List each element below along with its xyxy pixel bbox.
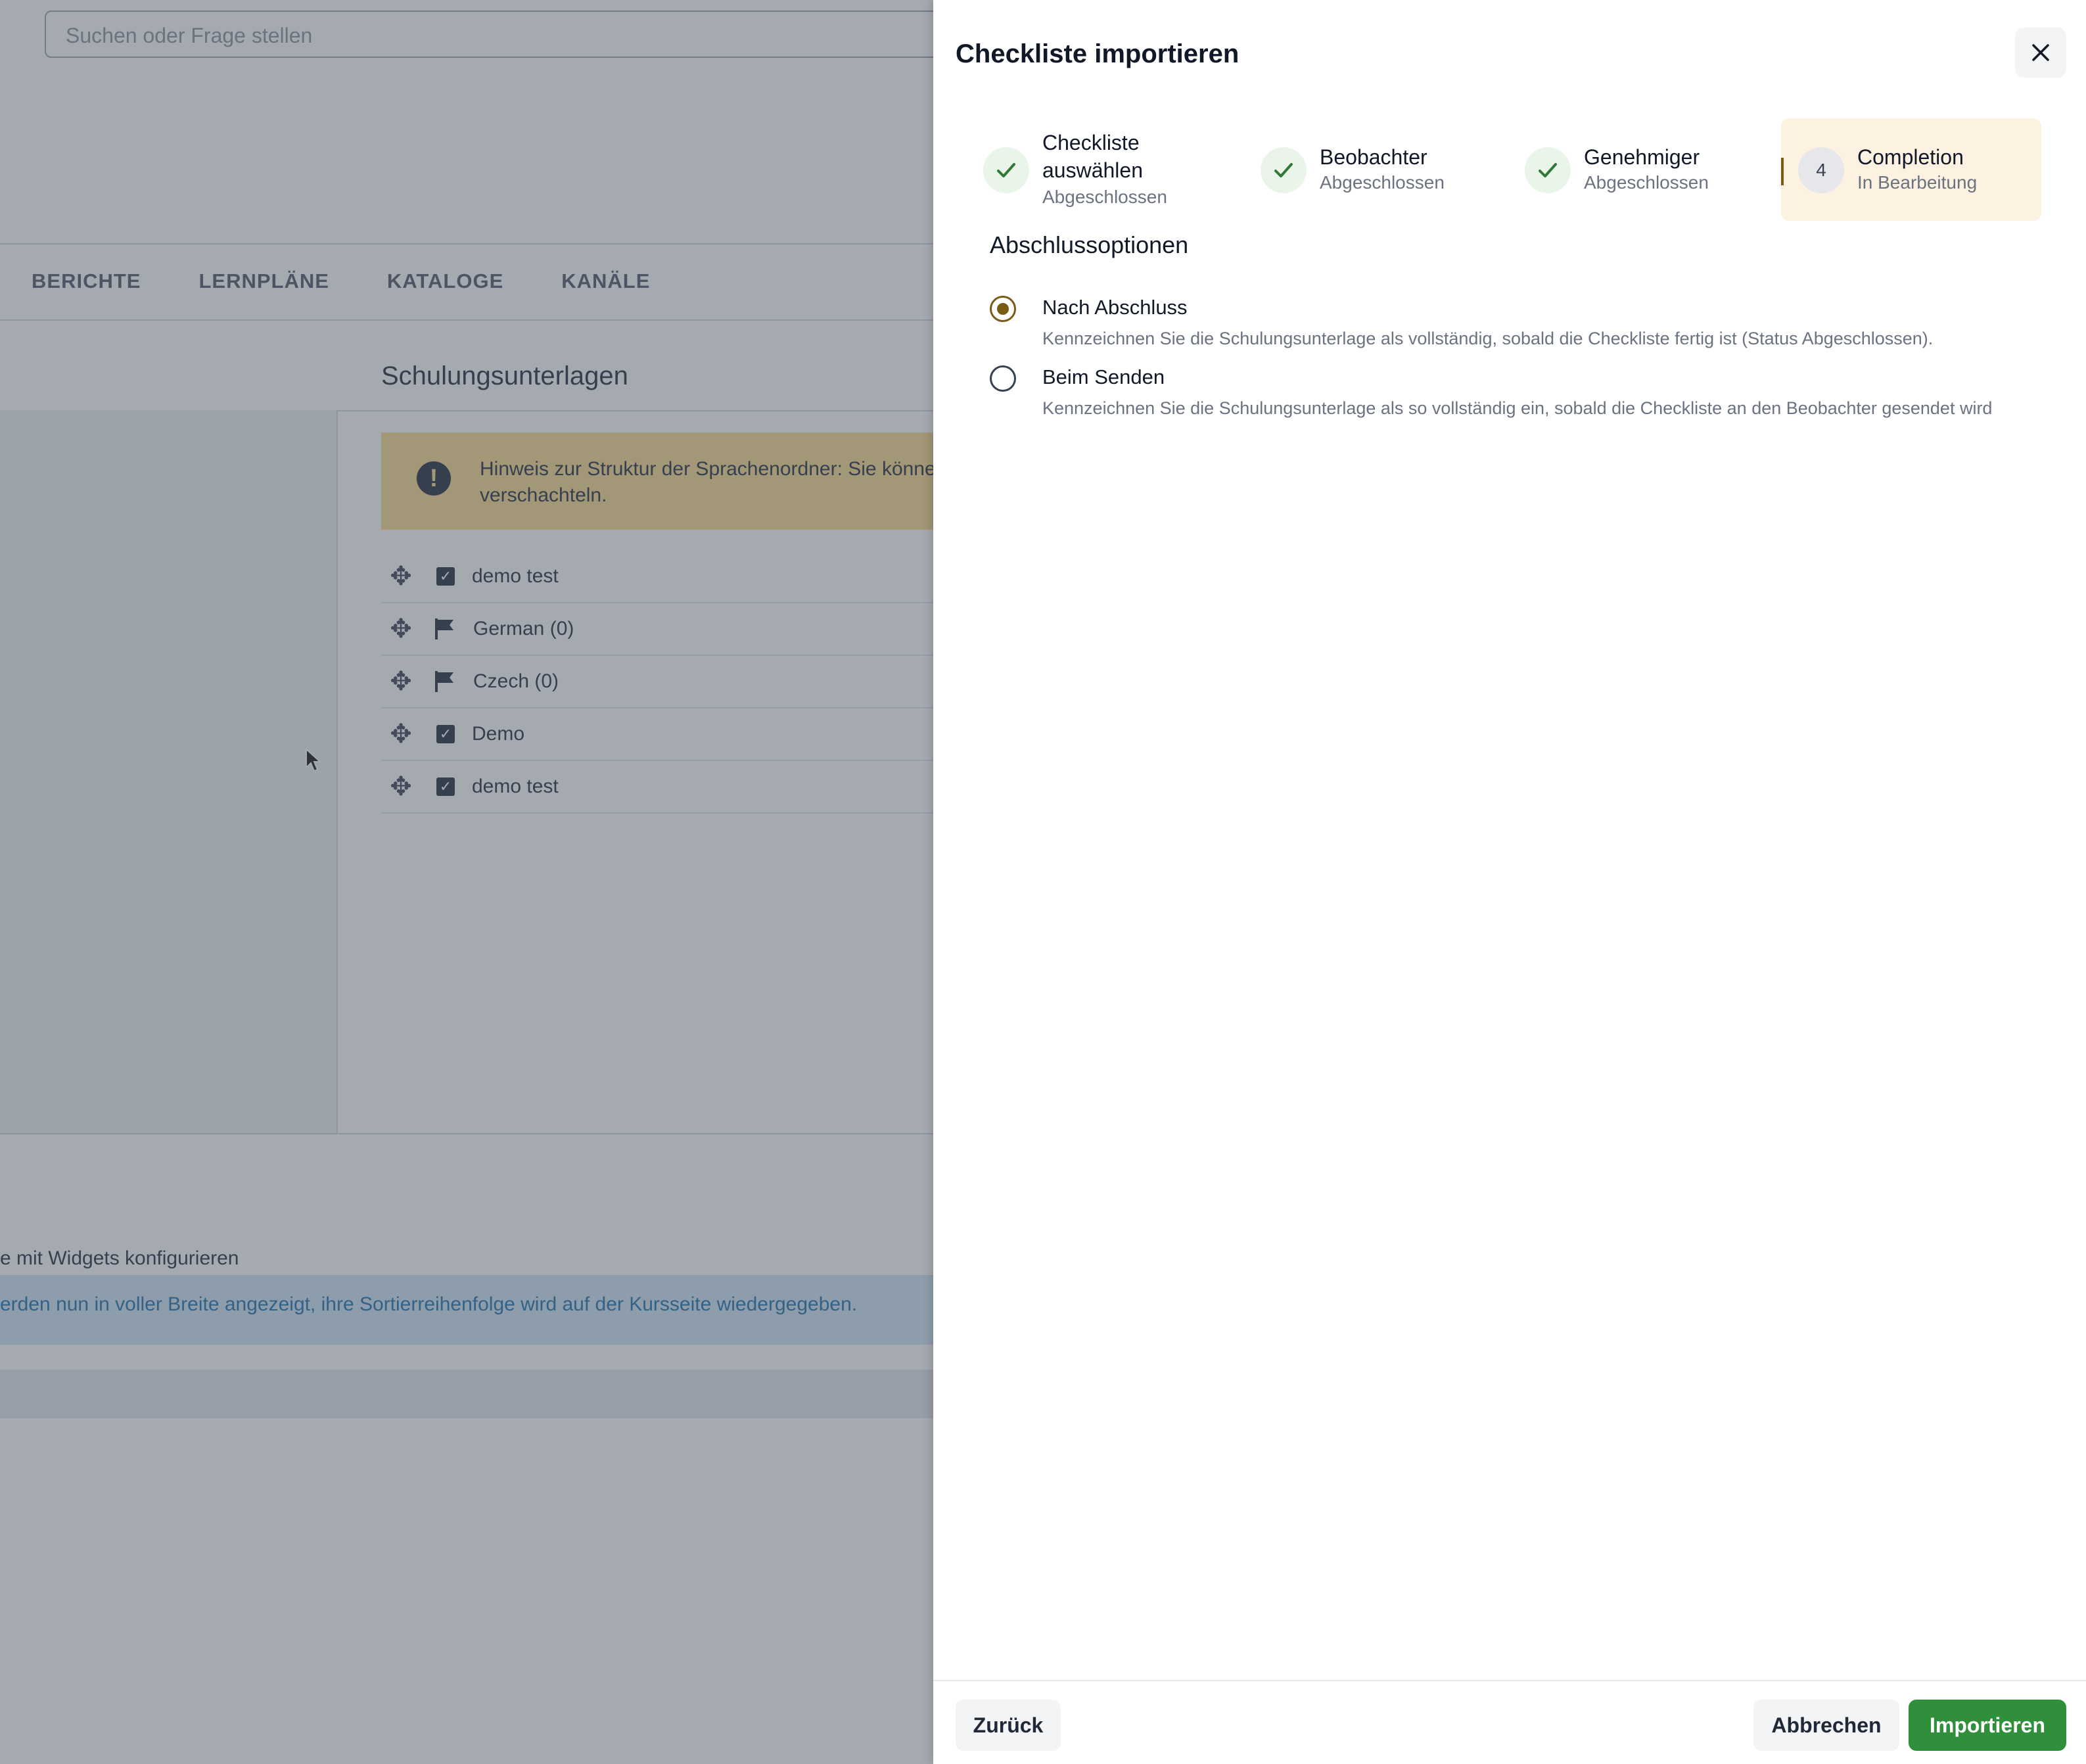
option-label: Nach Abschluss [1042, 296, 1188, 319]
step-name: Beobachter [1320, 145, 1427, 169]
step-status: Abgeschlossen [1320, 172, 1445, 193]
import-checklist-drawer: Checkliste importieren Checkliste auswäh… [933, 0, 2086, 1764]
step-name: Checkliste [1042, 131, 1140, 154]
active-step-indicator [1781, 158, 1784, 185]
option-description: Kennzeichnen Sie die Schulungsunterlage … [1042, 329, 1934, 348]
step-name: Genehmiger [1584, 145, 1700, 169]
step-approver[interactable]: Genehmiger Abgeschlossen [1525, 118, 1768, 221]
step-status: Abgeschlossen [1584, 172, 1709, 193]
import-button[interactable]: Importieren [1909, 1700, 2066, 1751]
step-status: Abgeschlossen [1042, 187, 1167, 207]
step-number: 4 [1798, 147, 1844, 193]
check-icon [983, 147, 1029, 193]
step-select-checklist[interactable]: Checkliste auswählen Abgeschlossen [983, 118, 1246, 221]
section-title: Abschlussoptionen [990, 231, 1189, 258]
close-button[interactable] [2015, 28, 2066, 78]
cancel-button[interactable]: Abbrechen [1753, 1700, 1899, 1751]
check-icon [1525, 147, 1571, 193]
radio-on-send[interactable] [990, 365, 1016, 392]
step-name: auswählen [1042, 158, 1143, 182]
step-name: Completion [1857, 145, 1964, 169]
footer-divider [933, 1680, 2086, 1681]
radio-on-completion[interactable] [990, 296, 1016, 322]
back-button[interactable]: Zurück [956, 1700, 1061, 1751]
drawer-title: Checkliste importieren [956, 39, 1240, 68]
step-completion[interactable]: 4 Completion In Bearbeitung [1781, 118, 2041, 221]
option-label: Beim Senden [1042, 365, 1165, 388]
option-description: Kennzeichnen Sie die Schulungsunterlage … [1042, 398, 1993, 418]
stepper: Checkliste auswählen Abgeschlossen Beoba… [983, 118, 2057, 221]
close-icon [2032, 44, 2049, 61]
step-observer[interactable]: Beobachter Abgeschlossen [1261, 118, 1504, 221]
step-status: In Bearbeitung [1857, 172, 1978, 193]
check-icon [1261, 147, 1307, 193]
